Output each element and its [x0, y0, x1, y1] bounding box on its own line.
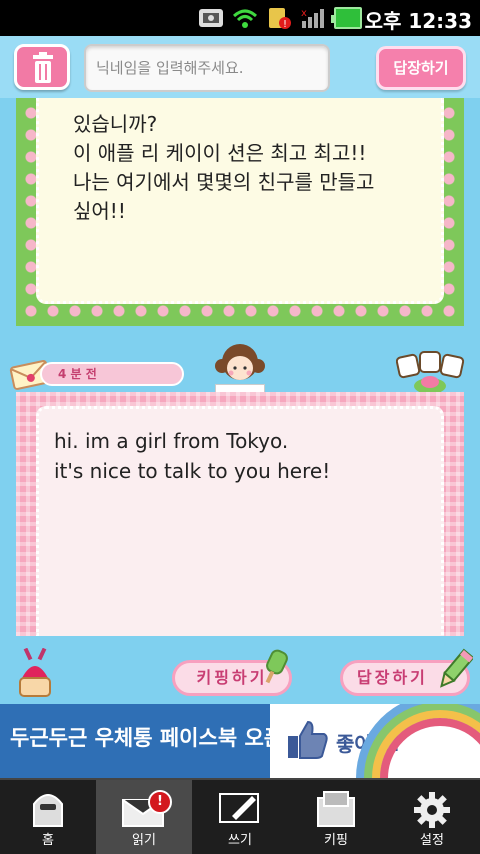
translate-icon[interactable]: [395, 350, 466, 396]
popsicle-icon: [263, 649, 293, 695]
svg-text:x: x: [301, 8, 307, 19]
nav-write[interactable]: 쓰기: [192, 780, 288, 854]
gear-icon: [412, 790, 452, 834]
nav-read-label: 읽기: [132, 833, 156, 848]
time-ago-label: 4 분 전: [40, 362, 184, 386]
pencil-icon: [437, 647, 475, 703]
keep-button[interactable]: 키핑하기: [172, 649, 292, 696]
postbox-icon[interactable]: [16, 647, 54, 700]
mailbox-icon: [31, 790, 65, 834]
nav-home[interactable]: 홈: [0, 780, 96, 854]
nav-keep[interactable]: 키핑: [288, 780, 384, 854]
delete-button[interactable]: [14, 44, 70, 90]
sim-alert-icon: !: [266, 7, 292, 30]
thumbs-up-icon: [286, 720, 330, 764]
nav-read[interactable]: ! 읽기: [96, 780, 192, 854]
reply-button[interactable]: 답장하기: [340, 648, 475, 696]
nav-write-label: 쓰기: [228, 833, 252, 848]
battery-icon: [331, 7, 362, 29]
received-letter-card: 있습니까? 이 애플 리 케이이 션은 최고 최고!! 나는 여기에서 몇몇의 …: [16, 98, 464, 326]
signal-icon: x: [300, 7, 326, 29]
top-toolbar: 답장하기: [0, 36, 480, 98]
avatar: [212, 340, 268, 384]
bottom-navigation: 홈 ! 읽기 쓰기 키핑 설정: [0, 778, 480, 854]
svg-text:!: !: [283, 19, 287, 29]
clock: 오후 12:33: [364, 9, 472, 33]
nav-settings[interactable]: 설정: [384, 780, 480, 854]
reply-top-button[interactable]: 답장하기: [376, 46, 466, 90]
reply-letter-text: hi. im a girl from Tokyo. it's nice to t…: [54, 429, 331, 483]
status-bar: ! x 오후 12:33: [0, 0, 480, 36]
facebook-banner-ad[interactable]: 두근두근 우체통 페이스북 오픈! 좋아요!: [0, 704, 480, 778]
wifi-icon: [232, 7, 258, 29]
write-icon: [218, 790, 262, 832]
banner-text: 두근두근 우체통 페이스북 오픈!: [10, 726, 293, 750]
nav-keep-label: 키핑: [324, 833, 348, 848]
nav-settings-label: 설정: [420, 833, 444, 848]
keep-button-label: 키핑하기: [196, 668, 268, 687]
reply-button-label: 답장하기: [357, 668, 428, 687]
unread-badge: !: [148, 790, 172, 814]
nickname-input[interactable]: [84, 44, 330, 92]
received-letter-text: 있습니까? 이 애플 리 케이이 션은 최고 최고!! 나는 여기에서 몇몇의 …: [73, 112, 375, 223]
keep-icon: [314, 790, 358, 832]
photo-icon: [198, 7, 224, 29]
received-letter-paper[interactable]: 있습니까? 이 애플 리 케이이 션은 최고 최고!! 나는 여기에서 몇몇의 …: [36, 98, 444, 304]
nav-home-label: 홈: [42, 833, 54, 848]
